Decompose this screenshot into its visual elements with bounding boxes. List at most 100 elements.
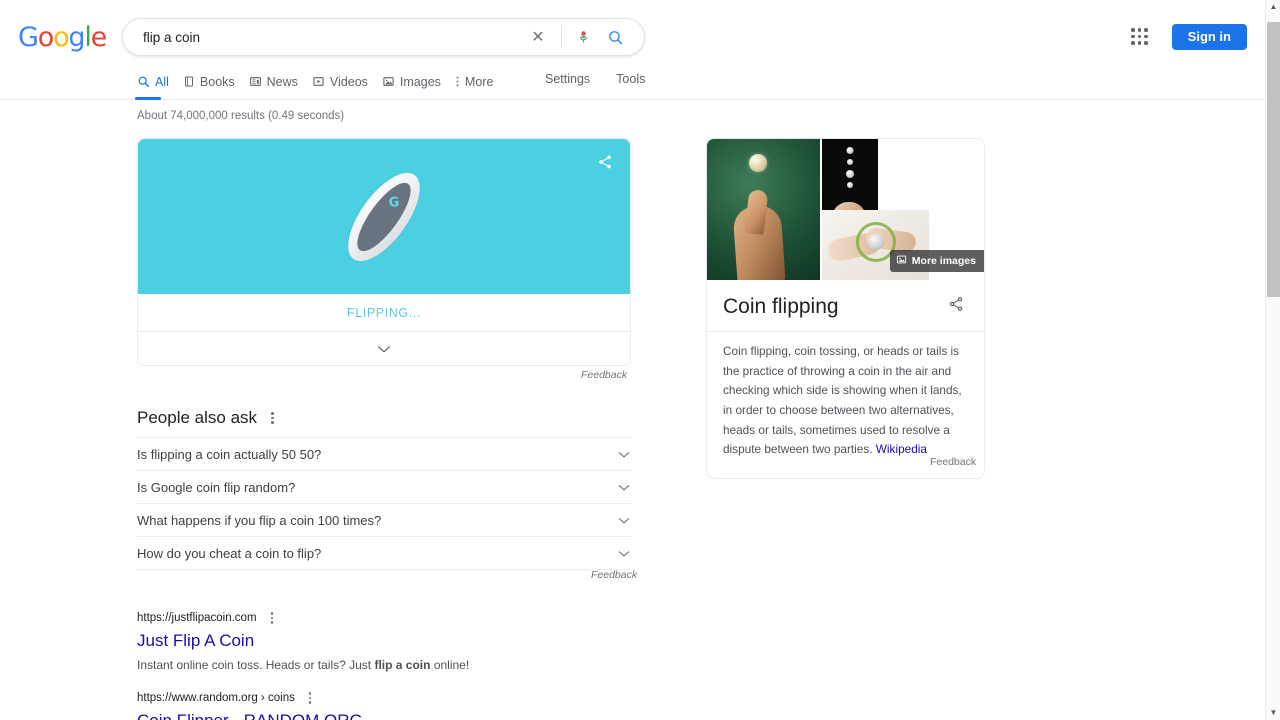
result-url-row: https://justflipacoin.com: [137, 610, 631, 626]
image-icon: [382, 75, 395, 88]
scroll-down-arrow[interactable]: ▼: [1266, 706, 1280, 720]
paa-question-0[interactable]: Is flipping a coin actually 50 50?: [137, 437, 631, 470]
tab-images-label: Images: [399, 74, 441, 89]
flip-status-text: FLIPPING...: [138, 294, 630, 332]
kebab-dot: [308, 701, 312, 704]
coin-flip-widget: G FLIPPING...: [137, 138, 631, 366]
search-box[interactable]: ✕: [122, 18, 645, 56]
result-title-link[interactable]: Coin Flipper - RANDOM.ORG: [137, 710, 631, 720]
paa-question-label: Is Google coin flip random?: [137, 479, 296, 495]
book-icon: [183, 75, 195, 88]
microphone-icon[interactable]: [572, 25, 594, 49]
kp-coin-trail: [846, 147, 854, 154]
apps-grid-icon[interactable]: [1130, 27, 1150, 47]
widget-feedback-link[interactable]: Feedback: [581, 369, 627, 381]
knowledge-panel-feedback-link[interactable]: Feedback: [930, 456, 976, 468]
kebab-dot: [271, 416, 274, 420]
share-icon[interactable]: [594, 151, 616, 173]
apps-dot: [1137, 41, 1142, 45]
kp-coin-trail: [847, 159, 853, 165]
snippet-pre: Instant online coin toss. Heads or tails…: [137, 657, 375, 672]
kebab-dot: [270, 616, 274, 619]
tab-books-label: Books: [199, 74, 235, 89]
apps-dot: [1137, 34, 1142, 39]
paa-question-1[interactable]: Is Google coin flip random?: [137, 470, 631, 503]
logo-letter-g2: g: [68, 22, 85, 53]
clear-icon[interactable]: ✕: [525, 24, 551, 50]
paa-question-label: How do you cheat a coin to flip?: [137, 545, 322, 561]
search-result-1: https://www.random.org › coins Coin Flip…: [137, 690, 631, 720]
widget-expand-button[interactable]: [138, 332, 630, 365]
paa-question-label: Is flipping a coin actually 50 50?: [137, 446, 322, 462]
kp-coin-trail: [846, 170, 854, 178]
knowledge-panel-images: More images: [707, 139, 984, 280]
tab-more-label: More: [464, 74, 494, 89]
video-icon: [312, 75, 325, 88]
apps-dot: [1144, 34, 1148, 39]
kebab-dot: [271, 421, 274, 424]
paa-question-2[interactable]: What happens if you flip a coin 100 time…: [137, 503, 631, 536]
kebab-dot: [308, 696, 312, 699]
paa-feedback-link[interactable]: Feedback: [591, 569, 637, 581]
chevron-down-icon[interactable]: [617, 546, 631, 561]
kebab-menu-icon[interactable]: [305, 690, 316, 706]
coin-emblem-icon: G: [388, 195, 400, 211]
page-header: Google ✕: [0, 0, 1265, 100]
search-input[interactable]: [123, 29, 525, 45]
knowledge-panel-header: Coin flipping: [707, 280, 984, 331]
tools-button[interactable]: Tools: [616, 72, 645, 86]
wikipedia-link[interactable]: Wikipedia: [876, 442, 927, 456]
chevron-down-icon[interactable]: [617, 513, 631, 528]
people-also-ask-title: People also ask: [137, 408, 258, 427]
result-snippet: Instant online coin toss. Heads or tails…: [137, 657, 631, 674]
result-url-row: https://www.random.org › coins: [137, 690, 631, 706]
share-icon[interactable]: [944, 292, 968, 321]
tab-all[interactable]: All: [135, 72, 183, 100]
google-search-results-page: ▲ ▼ Google ✕: [0, 0, 1280, 720]
animated-coin: G: [334, 160, 434, 273]
chevron-down-icon[interactable]: [617, 480, 631, 495]
kp-description-text: Coin flipping, coin tossing, or heads or…: [723, 344, 962, 457]
apps-dot: [1131, 28, 1135, 32]
coin-flip-stage[interactable]: G: [138, 139, 630, 294]
chevron-down-icon[interactable]: [617, 447, 631, 462]
news-icon: [249, 75, 262, 88]
chevron-down-icon: [378, 345, 390, 352]
scroll-up-arrow[interactable]: ▲: [1266, 0, 1280, 14]
people-also-ask-header: People also ask: [137, 408, 631, 437]
search-box-icons: ✕: [525, 24, 644, 50]
more-icon: [455, 75, 460, 88]
search-result-0: https://justflipacoin.com Just Flip A Co…: [137, 610, 631, 674]
kebab-menu-icon[interactable]: [267, 610, 278, 626]
google-logo[interactable]: Google: [18, 22, 107, 53]
tab-images[interactable]: Images: [382, 72, 455, 100]
more-images-button[interactable]: More images: [889, 250, 984, 272]
paa-question-3[interactable]: How do you cheat a coin to flip?: [137, 536, 631, 569]
settings-button[interactable]: Settings: [545, 72, 590, 86]
result-title-link[interactable]: Just Flip A Coin: [137, 630, 631, 652]
tab-videos[interactable]: Videos: [312, 72, 382, 100]
kp-image-primary[interactable]: [707, 139, 820, 280]
tab-all-label: All: [155, 74, 169, 89]
logo-letter-o2: o: [53, 22, 70, 53]
apps-dot: [1131, 34, 1135, 39]
tab-videos-label: Videos: [329, 74, 368, 89]
tab-books[interactable]: Books: [183, 72, 249, 100]
more-images-label: More images: [911, 255, 976, 267]
kebab-menu-icon[interactable]: [267, 410, 278, 426]
image-icon: [896, 254, 907, 268]
knowledge-panel-title: Coin flipping: [723, 294, 839, 318]
kebab-dot: [270, 621, 274, 624]
tab-news[interactable]: News: [249, 72, 312, 100]
kebab-dot: [308, 692, 312, 695]
search-submit-icon[interactable]: [602, 25, 628, 49]
tab-more[interactable]: More: [455, 72, 507, 100]
results-count: About 74,000,000 results (0.49 seconds): [137, 110, 345, 122]
sign-in-button[interactable]: Sign in: [1171, 24, 1247, 50]
apps-dot: [1144, 41, 1148, 45]
tab-news-label: News: [266, 74, 298, 89]
kp-coin-trail: [847, 182, 853, 188]
search-nav-tabs: All Books News Videos Images More: [135, 72, 507, 100]
scrollbar-thumb[interactable]: [1267, 22, 1280, 297]
vertical-scrollbar[interactable]: ▲ ▼: [1265, 0, 1280, 720]
